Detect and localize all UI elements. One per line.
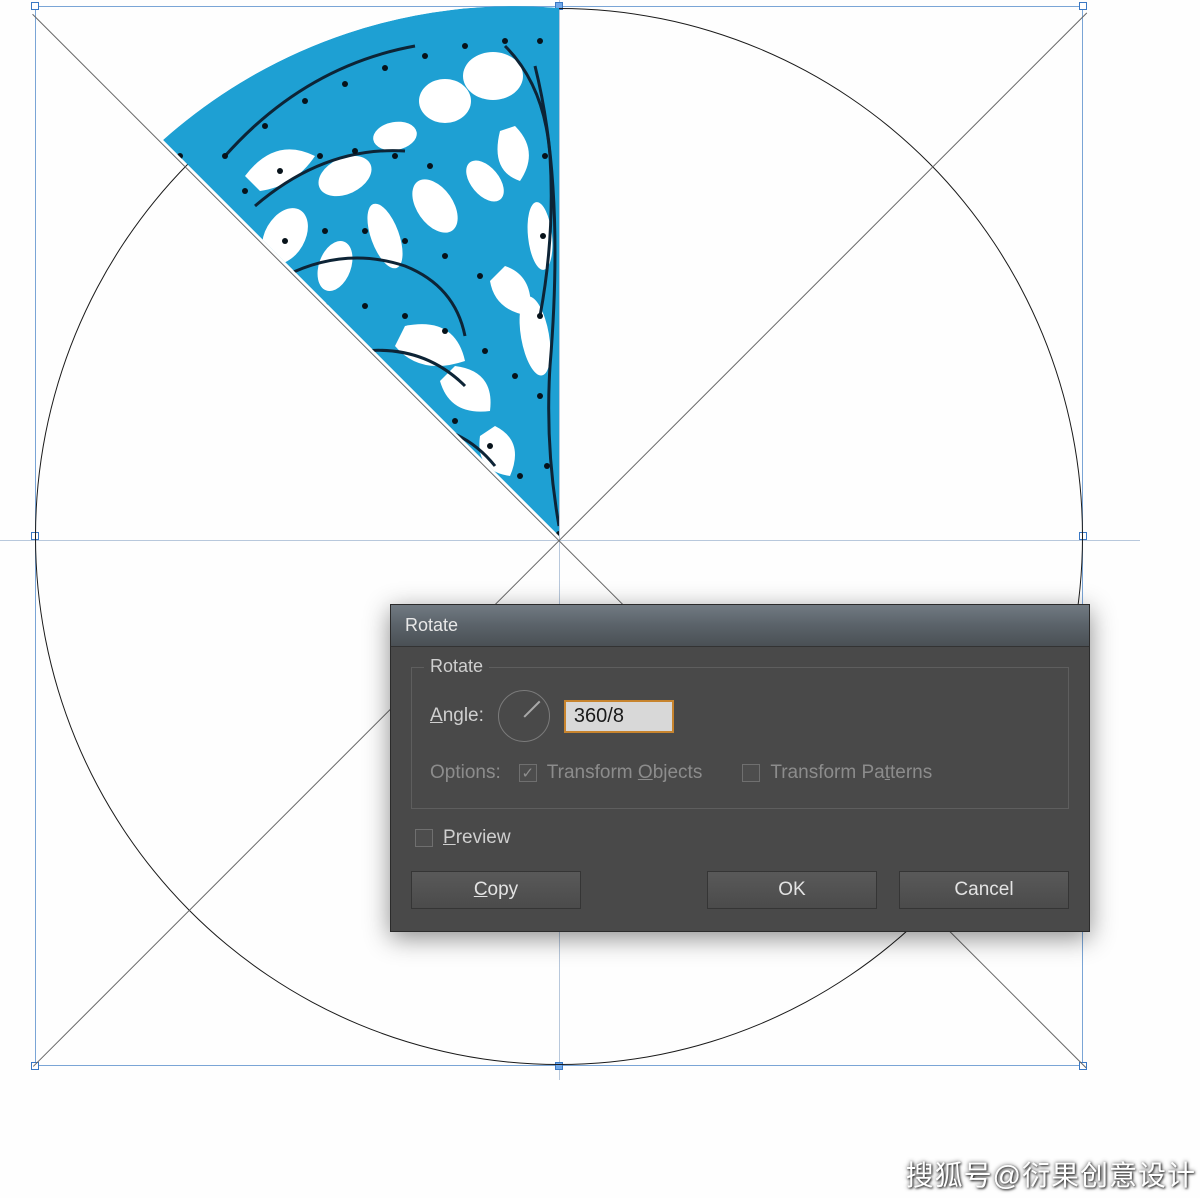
transform-patterns-label: Transform Patterns: [770, 762, 932, 784]
watermark: 搜狐号@衍果创意设计: [906, 1154, 1196, 1194]
preview-option[interactable]: Preview: [415, 827, 1069, 849]
angle-dial-needle: [523, 701, 540, 718]
options-label: Options:: [430, 762, 501, 784]
bbox-handle-tl[interactable]: [31, 2, 39, 10]
transform-objects-option[interactable]: Transform Objects: [519, 762, 703, 784]
preview-label: Preview: [443, 827, 511, 849]
ok-button[interactable]: OK: [707, 871, 877, 909]
dialog-button-bar: Copy OK Cancel: [411, 871, 1069, 909]
dialog-title: Rotate: [405, 615, 458, 636]
rotate-fieldset: Rotate Angle: Options: Transform Objects…: [411, 667, 1069, 809]
options-row: Options: Transform Objects Transform Pat…: [430, 762, 1050, 784]
transform-objects-checkbox[interactable]: [519, 764, 537, 782]
transform-patterns-option[interactable]: Transform Patterns: [742, 762, 932, 784]
transform-objects-label: Transform Objects: [547, 762, 703, 784]
preview-checkbox[interactable]: [415, 829, 433, 847]
copy-button[interactable]: Copy: [411, 871, 581, 909]
rotate-dialog: Rotate Rotate Angle: Options: Transform …: [390, 604, 1090, 932]
angle-label: Angle:: [430, 705, 484, 727]
transform-patterns-checkbox[interactable]: [742, 764, 760, 782]
fieldset-legend: Rotate: [424, 656, 489, 677]
bbox-handle-tr[interactable]: [1079, 2, 1087, 10]
angle-row: Angle:: [430, 690, 1050, 742]
dialog-titlebar[interactable]: Rotate: [391, 605, 1089, 647]
cancel-button[interactable]: Cancel: [899, 871, 1069, 909]
angle-dial[interactable]: [498, 690, 550, 742]
angle-input[interactable]: [564, 700, 674, 733]
illustrator-canvas[interactable]: [0, 0, 1200, 1198]
